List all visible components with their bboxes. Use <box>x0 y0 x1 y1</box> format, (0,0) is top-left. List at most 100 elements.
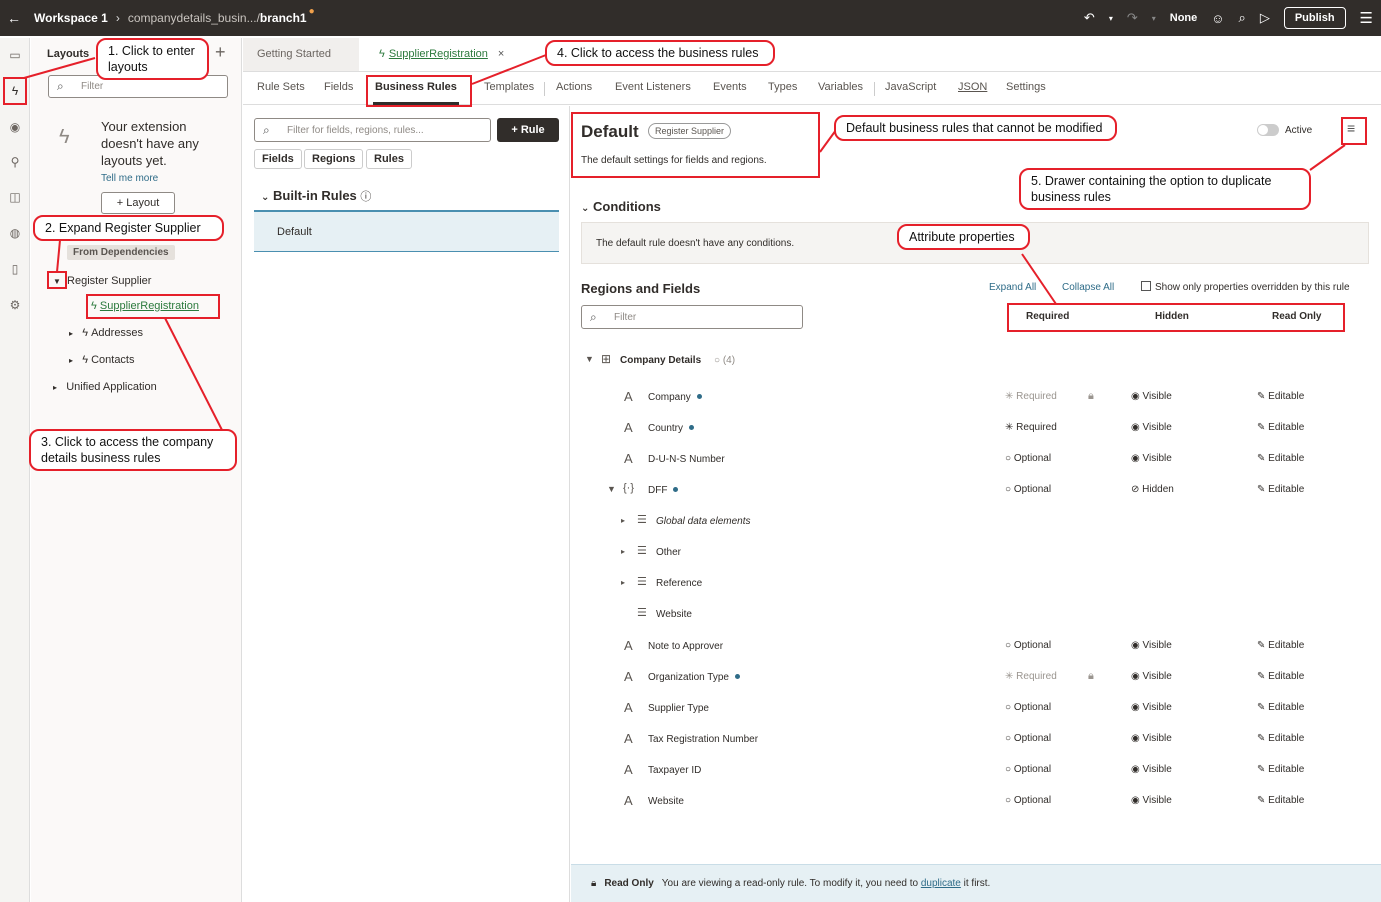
breadcrumb-path[interactable]: companydetails_busin.../ <box>128 11 260 25</box>
chevron-down-icon[interactable]: ⌄ <box>261 192 269 203</box>
tree-item-contacts[interactable]: ▸ ϟ Contacts <box>69 354 135 366</box>
chip-fields[interactable]: Fields <box>254 149 302 169</box>
smile-icon[interactable]: ☺ <box>1211 11 1224 26</box>
monitor-icon[interactable]: ▭ <box>6 48 24 66</box>
wrench-icon[interactable]: ⚲ <box>6 155 24 173</box>
tab-supplier-registration[interactable]: ϟ SupplierRegistration × <box>375 38 504 71</box>
redo-menu-icon[interactable]: ▾ <box>1152 14 1156 23</box>
group-company-details[interactable]: ▼ ⊞ Company Details ○ (4) <box>571 352 1381 383</box>
duplicate-link[interactable]: duplicate <box>921 878 961 889</box>
read-only-cell[interactable]: ✎ Editable <box>1257 764 1304 775</box>
subtab-json[interactable]: JSON <box>958 81 987 93</box>
hidden-cell[interactable]: ◉ Visible <box>1131 640 1172 651</box>
caret-right-icon[interactable]: ▸ <box>621 578 625 587</box>
field-row-website-dff[interactable]: ☰ Website <box>571 606 1381 637</box>
read-only-cell[interactable]: ✎ Editable <box>1257 671 1304 682</box>
menu-icon[interactable]: ☰ <box>1360 9 1373 27</box>
subtab-fields[interactable]: Fields <box>324 81 353 93</box>
checkbox-icon[interactable] <box>1141 281 1151 291</box>
show-overridden-checkbox[interactable]: Show only properties overridden by this … <box>1141 281 1350 293</box>
field-row-dff[interactable]: ▼ {·} DFF ○ Optional ⊘ Hidden ✎ Editable <box>571 482 1381 513</box>
tree-item-addresses[interactable]: ▸ ϟ Addresses <box>69 327 143 339</box>
caret-right-icon[interactable]: ▸ <box>621 516 625 525</box>
help-icon[interactable]: ⓘ <box>360 191 371 203</box>
field-row-website[interactable]: A Website ○ Optional ◉ Visible ✎ Editabl… <box>571 793 1381 824</box>
globe-icon[interactable]: ◍ <box>6 226 24 244</box>
required-cell[interactable]: ✳ Required <box>1005 671 1057 682</box>
expand-all-link[interactable]: Expand All <box>989 282 1036 293</box>
fields-filter-input[interactable]: ⌕ Filter <box>581 305 803 329</box>
hidden-cell[interactable]: ◉ Visible <box>1131 702 1172 713</box>
add-rule-button[interactable]: + Rule <box>497 118 559 142</box>
field-row-reference[interactable]: ▸ ☰ Reference <box>571 575 1381 606</box>
read-only-cell[interactable]: ✎ Editable <box>1257 795 1304 806</box>
hidden-cell[interactable]: ◉ Visible <box>1131 453 1172 464</box>
read-only-cell[interactable]: ✎ Editable <box>1257 484 1304 495</box>
subtab-javascript[interactable]: JavaScript <box>885 81 936 93</box>
required-cell[interactable]: ○ Optional <box>1005 453 1051 464</box>
tab-getting-started[interactable]: Getting Started <box>243 38 359 71</box>
caret-right-icon[interactable]: ▸ <box>69 356 73 365</box>
hidden-cell[interactable]: ◉ Visible <box>1131 795 1172 806</box>
hidden-cell[interactable]: ◉ Visible <box>1131 391 1172 402</box>
collapse-all-link[interactable]: Collapse All <box>1062 282 1114 293</box>
subtab-event-listeners[interactable]: Event Listeners <box>615 81 691 93</box>
branch-name[interactable]: branch1 <box>260 11 307 25</box>
subtab-settings[interactable]: Settings <box>1006 81 1046 93</box>
close-icon[interactable]: × <box>498 48 504 60</box>
subtab-variables[interactable]: Variables <box>818 81 863 93</box>
hidden-cell[interactable]: ⊘ Hidden <box>1131 484 1174 495</box>
field-row-note-to-approver[interactable]: A Note to Approver ○ Optional ◉ Visible … <box>571 638 1381 669</box>
back-arrow-icon[interactable]: ← <box>2 10 26 26</box>
caret-right-icon[interactable]: ▸ <box>53 383 57 392</box>
active-toggle[interactable] <box>1257 124 1279 136</box>
preview-mode-select[interactable]: None <box>1170 12 1198 24</box>
tree-item-unified-application[interactable]: ▸ Unified Application <box>53 381 157 393</box>
chip-regions[interactable]: Regions <box>304 149 364 169</box>
services-icon[interactable]: ◉ <box>6 120 24 138</box>
subtab-events[interactable]: Events <box>713 81 747 93</box>
field-row-tax-registration-number[interactable]: A Tax Registration Number ○ Optional ◉ V… <box>571 731 1381 762</box>
subtab-actions[interactable]: Actions <box>556 81 592 93</box>
hidden-cell[interactable]: ◉ Visible <box>1131 422 1172 433</box>
tell-me-more-link[interactable]: Tell me more <box>101 173 158 184</box>
hidden-cell[interactable]: ◉ Visible <box>1131 671 1172 682</box>
chip-rules[interactable]: Rules <box>366 149 412 169</box>
caret-right-icon[interactable]: ▸ <box>69 329 73 338</box>
play-icon[interactable]: ▷ <box>1260 10 1270 26</box>
caret-down-icon[interactable]: ▼ <box>585 354 594 364</box>
document-icon[interactable]: ▯ <box>6 262 24 280</box>
workspace-name[interactable]: Workspace 1 <box>34 11 108 25</box>
rules-filter-input[interactable]: ⌕ Filter for fields, regions, rules... <box>254 118 491 142</box>
subtab-rule-sets[interactable]: Rule Sets <box>257 81 305 93</box>
required-cell[interactable]: ✳ Required <box>1005 422 1057 433</box>
redo-icon[interactable]: ↷ <box>1127 10 1138 26</box>
field-row-global-data-elements[interactable]: ▸ ☰ Global data elements <box>571 513 1381 544</box>
subtab-templates[interactable]: Templates <box>484 81 534 93</box>
hidden-cell[interactable]: ◉ Visible <box>1131 733 1172 744</box>
add-layout-button[interactable]: + Layout <box>101 192 175 214</box>
search-icon[interactable]: ⌕ <box>1239 10 1246 26</box>
tag-icon[interactable]: ◫ <box>6 190 24 208</box>
hidden-cell[interactable]: ◉ Visible <box>1131 764 1172 775</box>
read-only-cell[interactable]: ✎ Editable <box>1257 702 1304 713</box>
read-only-cell[interactable]: ✎ Editable <box>1257 733 1304 744</box>
add-layout-icon[interactable]: + <box>215 42 226 63</box>
read-only-cell[interactable]: ✎ Editable <box>1257 640 1304 651</box>
subtab-types[interactable]: Types <box>768 81 797 93</box>
chevron-down-icon[interactable]: ⌄ <box>581 203 589 214</box>
read-only-cell[interactable]: ✎ Editable <box>1257 391 1304 402</box>
caret-right-icon[interactable]: ▸ <box>621 547 625 556</box>
field-row-company[interactable]: A Company ✳ Required 🔒︎ ◉ Visible ✎ Edit… <box>571 389 1381 420</box>
required-cell[interactable]: ○ Optional <box>1005 733 1051 744</box>
field-row-organization-type[interactable]: A Organization Type ✳ Required 🔒︎ ◉ Visi… <box>571 669 1381 700</box>
undo-icon[interactable]: ↶ <box>1084 10 1095 26</box>
field-row-supplier-type[interactable]: A Supplier Type ○ Optional ◉ Visible ✎ E… <box>571 700 1381 731</box>
settings-cubes-icon[interactable]: ⚙ <box>6 298 24 316</box>
caret-down-icon[interactable]: ▼ <box>607 484 616 494</box>
undo-menu-icon[interactable]: ▾ <box>1109 14 1113 23</box>
required-cell[interactable]: ○ Optional <box>1005 764 1051 775</box>
read-only-cell[interactable]: ✎ Editable <box>1257 453 1304 464</box>
required-cell[interactable]: ○ Optional <box>1005 795 1051 806</box>
field-row-duns[interactable]: A D-U-N-S Number ○ Optional ◉ Visible ✎ … <box>571 451 1381 482</box>
